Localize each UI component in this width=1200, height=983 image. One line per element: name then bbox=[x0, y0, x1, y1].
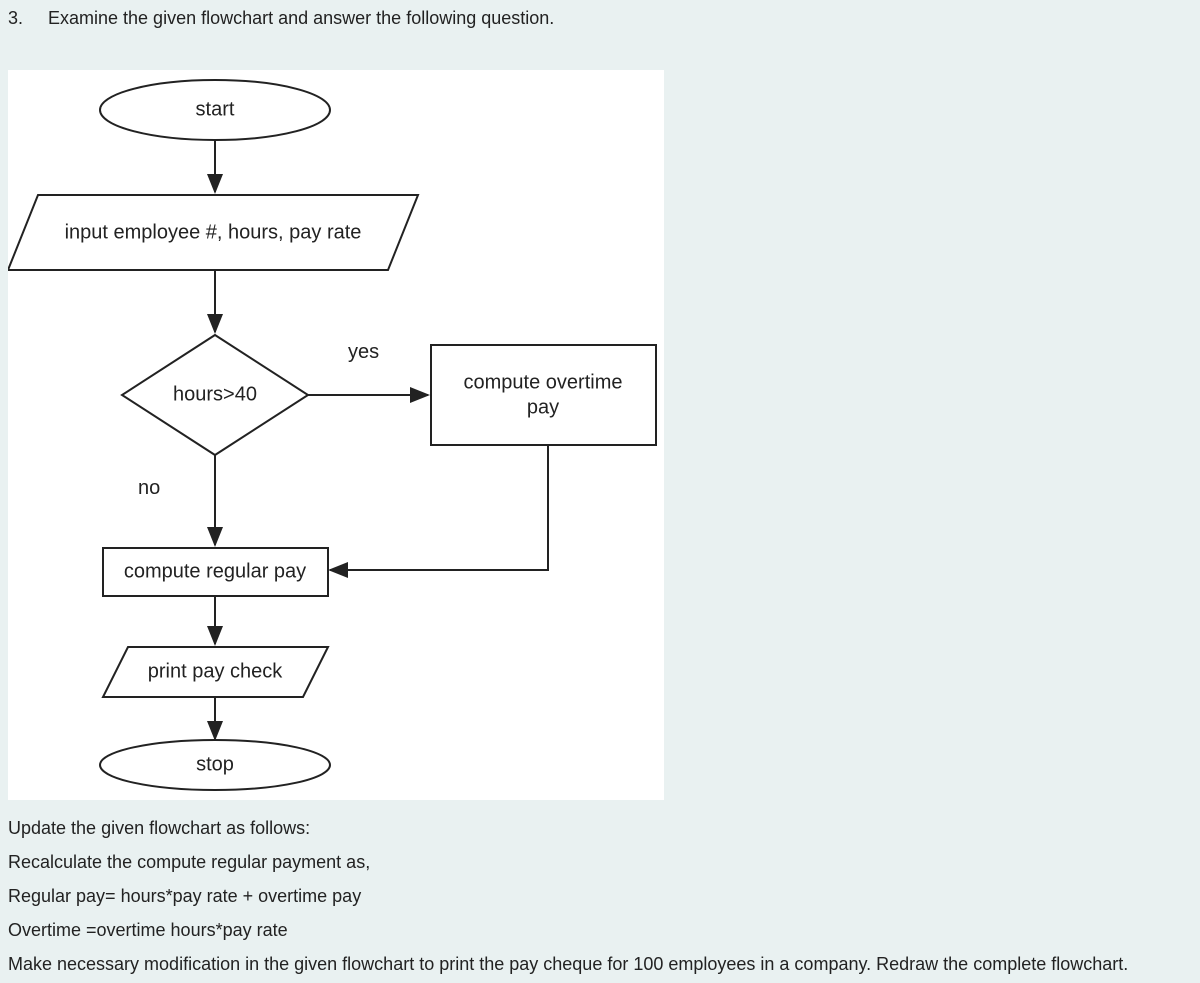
edge-label-no: no bbox=[138, 477, 160, 499]
svg-text:start: start bbox=[196, 98, 235, 120]
question-prompt: Examine the given flowchart and answer t… bbox=[48, 8, 554, 29]
svg-text:stop: stop bbox=[196, 753, 234, 775]
svg-text:input employee #, hours, pay r: input employee #, hours, pay rate bbox=[65, 221, 362, 243]
flowchart-regular: compute regular pay bbox=[103, 548, 328, 596]
edge-label-yes: yes bbox=[348, 341, 379, 363]
question-number: 3. bbox=[8, 8, 23, 29]
flowchart-stop: stop bbox=[100, 740, 330, 790]
svg-text:hours>40: hours>40 bbox=[173, 383, 257, 405]
flowchart-overtime: compute overtime pay bbox=[431, 345, 656, 445]
flowchart-decision: hours>40 bbox=[122, 335, 308, 455]
followup-line-5: Make necessary modification in the given… bbox=[8, 952, 1128, 977]
svg-text:compute regular pay: compute regular pay bbox=[124, 560, 306, 582]
followup-line-4: Overtime =overtime hours*pay rate bbox=[8, 918, 288, 943]
followup-line-1: Update the given flowchart as follows: bbox=[8, 816, 310, 841]
followup-line-2: Recalculate the compute regular payment … bbox=[8, 850, 370, 875]
svg-text:print pay check: print pay check bbox=[148, 660, 284, 682]
followup-line-3: Regular pay= hours*pay rate + overtime p… bbox=[8, 884, 361, 909]
svg-text:compute overtime: compute overtime bbox=[464, 371, 623, 393]
arrow-overtime-regular bbox=[330, 445, 548, 570]
flowchart-start: start bbox=[100, 80, 330, 140]
svg-text:pay: pay bbox=[527, 396, 559, 418]
flowchart-print: print pay check bbox=[103, 647, 328, 697]
flowchart-input: input employee #, hours, pay rate bbox=[8, 195, 418, 270]
flowchart-image: start input employee #, hours, pay rate … bbox=[8, 70, 664, 800]
